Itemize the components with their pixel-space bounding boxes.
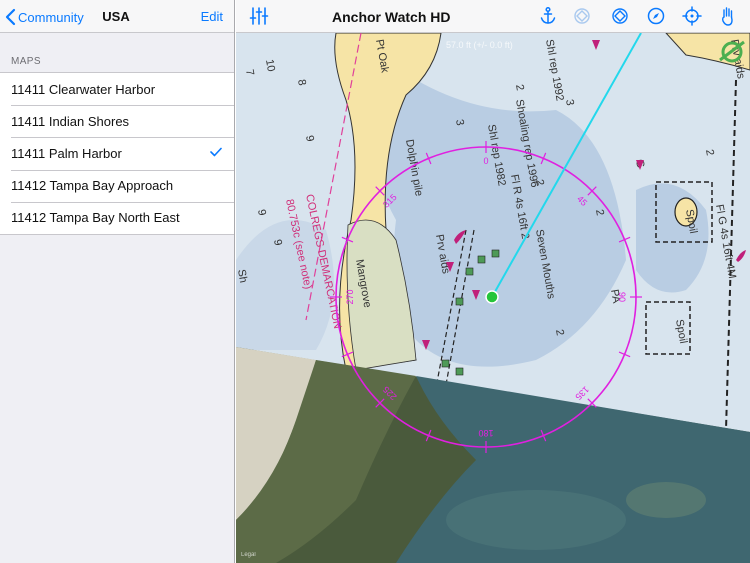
map-item-label: 11412 Tampa Bay North East xyxy=(11,210,180,226)
sliders-icon xyxy=(249,7,269,25)
maps-section-header: MAPS xyxy=(11,56,41,67)
map-item-label: 11411 Palm Harbor xyxy=(11,145,122,161)
depth-scale-readout: 57.0 ft (+/- 0.0 ft) xyxy=(446,40,513,50)
target-diamond-button[interactable] xyxy=(609,5,631,27)
sidebar-navbar: Community USA Edit xyxy=(0,0,234,33)
chart-canvas[interactable]: 7 10 8 9 9 9 Sh 3 2 3 2 2 G 2 2 PA Spoil… xyxy=(236,0,750,563)
anchor-icon xyxy=(540,6,556,24)
crosshair-icon xyxy=(682,6,702,26)
compass-label: 0 xyxy=(483,156,488,166)
target-diamond-icon xyxy=(612,8,628,24)
compass-button[interactable] xyxy=(645,5,667,27)
map-toolbar: Anchor Watch HD xyxy=(236,0,750,33)
map-item-label: 11412 Tampa Bay Approach xyxy=(11,178,174,194)
compass-label: 180 xyxy=(478,428,493,438)
boat-position-marker xyxy=(485,290,499,304)
map-list: 11411 Clearwater Harbor 11411 Indian Sho… xyxy=(0,72,234,235)
map-item-label: 11411 Clearwater Harbor xyxy=(11,81,156,97)
checkmark-icon xyxy=(210,148,222,157)
back-button[interactable]: Community xyxy=(4,6,84,28)
crosshair-button[interactable] xyxy=(681,5,703,27)
nautical-chart-map[interactable]: 7 10 8 9 9 9 Sh 3 2 3 2 2 G 2 2 PA Spoil… xyxy=(236,0,750,563)
target-dim-button[interactable] xyxy=(571,5,593,27)
edit-button[interactable]: Edit xyxy=(201,9,223,24)
target-dim-icon xyxy=(574,8,590,24)
hand-icon xyxy=(721,7,733,26)
map-item-palm-harbor[interactable]: 11411 Palm Harbor xyxy=(0,137,234,169)
back-button-label: Community xyxy=(18,9,84,25)
chevron-left-icon xyxy=(5,8,16,26)
hand-button[interactable] xyxy=(716,5,738,27)
map-item-clearwater-harbor[interactable]: 11411 Clearwater Harbor xyxy=(0,73,234,105)
svg-text:Legal: Legal xyxy=(241,552,256,558)
sliders-button[interactable] xyxy=(248,5,270,27)
svg-text:10: 10 xyxy=(263,58,277,72)
app-title: Anchor Watch HD xyxy=(332,9,451,25)
map-item-label: 11411 Indian Shores xyxy=(11,113,130,129)
map-item-tampa-bay-approach[interactable]: 11412 Tampa Bay Approach xyxy=(0,169,234,202)
anchor-button[interactable] xyxy=(537,5,559,27)
svg-text:Sh: Sh xyxy=(236,268,249,283)
map-item-tampa-bay-north-east[interactable]: 11412 Tampa Bay North East xyxy=(0,201,234,234)
compass-label: 270 xyxy=(345,289,355,304)
map-item-indian-shores[interactable]: 11411 Indian Shores xyxy=(0,105,234,137)
compass-label: 90 xyxy=(617,292,627,302)
maps-sidebar: Community USA Edit MAPS 11411 Clearwater… xyxy=(0,0,235,563)
compass-icon xyxy=(647,7,665,25)
